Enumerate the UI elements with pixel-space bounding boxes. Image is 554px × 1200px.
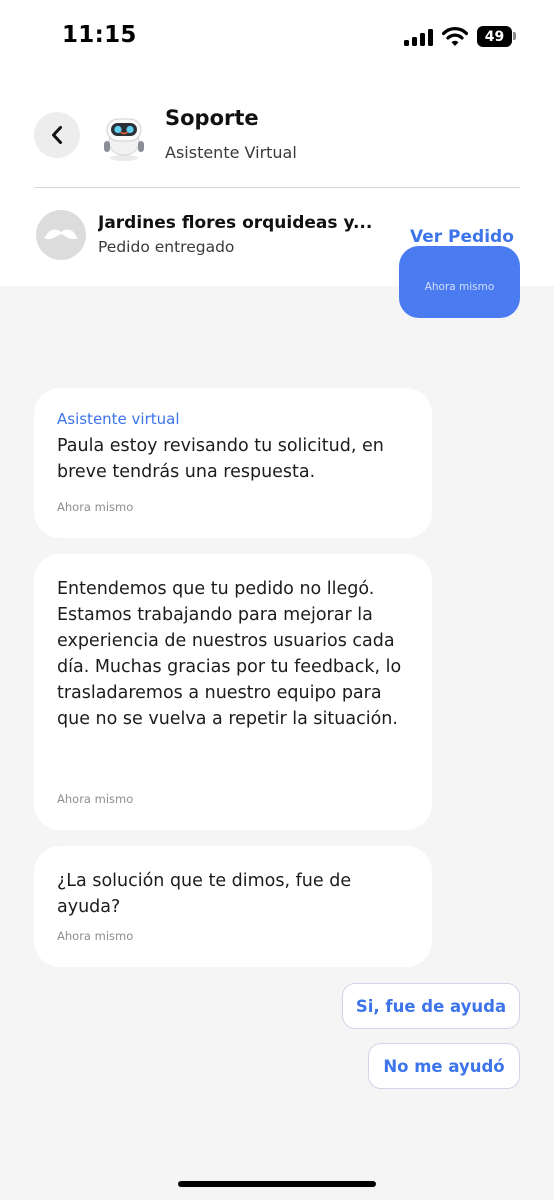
store-logo	[36, 210, 86, 260]
battery-level: 49	[484, 28, 505, 45]
order-status: Pedido entregado	[98, 238, 235, 256]
yes-helpful-button[interactable]: Si, fue de ayuda	[342, 983, 520, 1029]
mustache-icon	[44, 229, 78, 240]
agent-role: Asistente Virtual	[165, 143, 297, 162]
robot-icon	[104, 118, 144, 161]
signal-icon	[404, 29, 434, 46]
agent-name: Soporte	[165, 106, 259, 130]
message-sender: Asistente virtual	[57, 410, 180, 428]
view-order-button[interactable]: Ver Pedido	[410, 227, 514, 247]
not-helpful-button[interactable]: No me ayudó	[368, 1043, 520, 1089]
message-time: Ahora mismo	[57, 929, 134, 943]
battery-icon: 49	[477, 26, 512, 47]
home-indicator[interactable]	[178, 1181, 376, 1187]
user-message-bubble: Ahora mismo	[399, 246, 520, 318]
back-button[interactable]	[34, 112, 80, 158]
message-text: ¿La solución que te dimos, fue de ayuda?	[57, 871, 352, 917]
chat-screen: 11:15 49 Soporte Asistente Virtual Jardi…	[0, 0, 554, 1200]
wifi-icon	[442, 27, 468, 46]
status-bar: 11:15 49	[0, 0, 554, 76]
message-text: Paula estoy revisando tu solicitud, en b…	[57, 436, 384, 482]
assistant-message: Asistente virtual Paula estoy revisando …	[34, 388, 432, 538]
message-time: Ahora mismo	[57, 792, 134, 806]
message-time: Ahora mismo	[57, 500, 134, 514]
chevron-left-icon	[52, 126, 62, 144]
status-time: 11:15	[62, 22, 137, 48]
order-title: Jardines flores orquideas y...	[98, 213, 373, 233]
battery-cap	[513, 32, 516, 40]
header-divider	[34, 187, 520, 188]
assistant-message: Entendemos que tu pedido no llegó. Estam…	[34, 554, 432, 830]
assistant-message: ¿La solución que te dimos, fue de ayuda?…	[34, 846, 432, 967]
message-text: Entendemos que tu pedido no llegó. Estam…	[57, 579, 402, 729]
message-time: Ahora mismo	[424, 281, 495, 293]
robot-avatar	[94, 106, 154, 166]
